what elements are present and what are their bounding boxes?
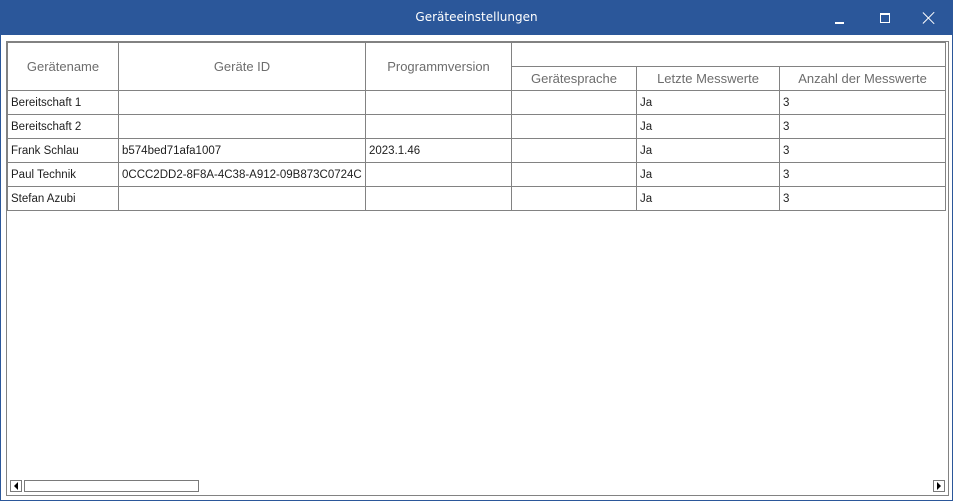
cell-device-id[interactable] — [118, 186, 366, 211]
table-row[interactable]: Bereitschaft 1 Ja 3 — [7, 90, 946, 115]
column-header-program-version[interactable]: Programmversion — [365, 42, 512, 91]
table-row[interactable]: Paul Technik 0CCC2DD2-8F8A-4C38-A912-09B… — [7, 162, 946, 187]
column-header-device-name[interactable]: Gerätename — [7, 42, 119, 91]
cell-value-count[interactable]: 3 — [779, 138, 946, 163]
device-settings-window: Geräteeinstellungen Gerätename Geräte ID… — [0, 0, 953, 501]
cell-device-id[interactable] — [118, 90, 366, 115]
maximize-icon — [880, 13, 890, 23]
maximize-button[interactable] — [863, 1, 907, 35]
cell-device-id[interactable] — [118, 114, 366, 139]
table-row[interactable]: Frank Schlau b574bed71afa1007 2023.1.46 … — [7, 138, 946, 163]
cell-last-values[interactable]: Ja — [636, 90, 780, 115]
minimize-button[interactable] — [817, 1, 861, 35]
window-title: Geräteeinstellungen — [415, 10, 538, 24]
title-bar[interactable]: Geräteeinstellungen — [1, 1, 952, 35]
device-data-grid[interactable]: Gerätename Geräte ID Programmversion Ger… — [6, 41, 949, 496]
column-header-device-id[interactable]: Geräte ID — [118, 42, 366, 91]
cell-program-version[interactable] — [365, 114, 512, 139]
cell-last-values[interactable]: Ja — [636, 114, 780, 139]
cell-last-values[interactable]: Ja — [636, 138, 780, 163]
cell-program-version[interactable]: 2023.1.46 — [365, 138, 512, 163]
cell-device-name[interactable]: Paul Technik — [7, 162, 119, 187]
cell-device-language[interactable] — [511, 162, 637, 187]
cell-program-version[interactable] — [365, 90, 512, 115]
cell-device-language[interactable] — [511, 90, 637, 115]
device-table: Gerätename Geräte ID Programmversion Ger… — [7, 42, 946, 211]
minimize-icon — [834, 22, 844, 24]
cell-device-name[interactable]: Bereitschaft 1 — [7, 90, 119, 115]
scroll-left-button[interactable] — [10, 480, 22, 492]
cell-program-version[interactable] — [365, 162, 512, 187]
close-button[interactable] — [907, 1, 951, 35]
cell-value-count[interactable]: 3 — [779, 90, 946, 115]
scroll-right-button[interactable] — [933, 480, 945, 492]
cell-value-count[interactable]: 3 — [779, 114, 946, 139]
close-icon — [923, 12, 935, 24]
column-group-header — [511, 42, 946, 67]
table-row[interactable]: Bereitschaft 2 Ja 3 — [7, 114, 946, 139]
column-header-device-language[interactable]: Gerätesprache — [511, 66, 637, 91]
column-header-value-count[interactable]: Anzahl der Messwerte — [779, 66, 946, 91]
cell-value-count[interactable]: 3 — [779, 162, 946, 187]
scrollbar-thumb[interactable] — [24, 480, 199, 492]
cell-last-values[interactable]: Ja — [636, 186, 780, 211]
cell-device-id[interactable]: 0CCC2DD2-8F8A-4C38-A912-09B873C0724C — [118, 162, 366, 187]
cell-device-language[interactable] — [511, 186, 637, 211]
cell-device-name[interactable]: Stefan Azubi — [7, 186, 119, 211]
cell-device-language[interactable] — [511, 114, 637, 139]
arrow-left-icon — [14, 482, 18, 490]
column-header-last-values[interactable]: Letzte Messwerte — [636, 66, 780, 91]
cell-device-name[interactable]: Frank Schlau — [7, 138, 119, 163]
cell-device-language[interactable] — [511, 138, 637, 163]
arrow-right-icon — [937, 482, 941, 490]
cell-value-count[interactable]: 3 — [779, 186, 946, 211]
horizontal-scrollbar[interactable] — [7, 477, 948, 495]
cell-last-values[interactable]: Ja — [636, 162, 780, 187]
cell-device-id[interactable]: b574bed71afa1007 — [118, 138, 366, 163]
cell-device-name[interactable]: Bereitschaft 2 — [7, 114, 119, 139]
table-row[interactable]: Stefan Azubi Ja 3 — [7, 186, 946, 211]
cell-program-version[interactable] — [365, 186, 512, 211]
